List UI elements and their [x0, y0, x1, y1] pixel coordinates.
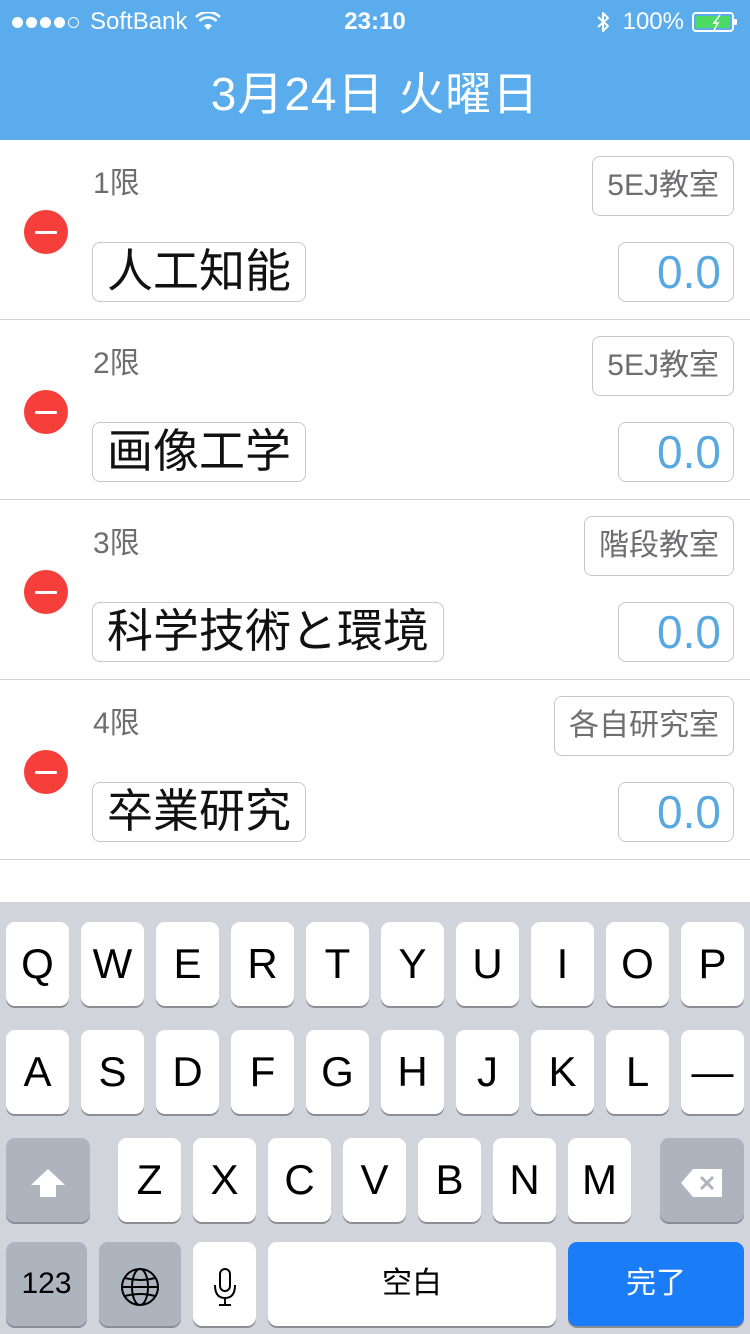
globe-icon — [121, 1267, 159, 1306]
score-field[interactable]: 0.0 — [618, 782, 734, 842]
delete-row-button[interactable] — [24, 570, 68, 614]
room-field[interactable]: 各自研究室 — [554, 696, 734, 756]
period-label: 3限 — [93, 527, 140, 560]
key-s[interactable]: S — [81, 1030, 144, 1114]
key-c[interactable]: C — [268, 1138, 331, 1222]
key-d[interactable]: D — [156, 1030, 219, 1114]
score-field[interactable]: 0.0 — [618, 242, 734, 302]
timetable-list: 1限 5EJ教室 人工知能 0.0 2限 5EJ教室 画像工学 0.0 3限 階… — [0, 140, 750, 860]
microphone-key[interactable] — [193, 1242, 256, 1326]
score-field[interactable]: 0.0 — [618, 602, 734, 662]
key-i[interactable]: I — [531, 922, 594, 1006]
status-bar: SoftBank 23:10 100% — [0, 0, 750, 42]
header: SoftBank 23:10 100% 3月24日 火曜日 — [0, 0, 750, 140]
shift-icon — [31, 1168, 65, 1197]
room-field[interactable]: 5EJ教室 — [592, 156, 734, 216]
subject-field[interactable]: 画像工学 — [92, 422, 306, 482]
numbers-key[interactable]: 123 — [6, 1242, 87, 1326]
microphone-icon — [213, 1267, 236, 1306]
key-w[interactable]: W — [81, 922, 144, 1006]
key-h[interactable]: H — [381, 1030, 444, 1114]
table-row: 2限 5EJ教室 画像工学 0.0 — [0, 320, 750, 500]
delete-row-button[interactable] — [24, 210, 68, 254]
minus-icon — [35, 770, 57, 774]
key-m[interactable]: M — [568, 1138, 631, 1222]
period-label: 1限 — [93, 167, 140, 200]
key-p[interactable]: P — [681, 922, 744, 1006]
minus-icon — [35, 230, 57, 234]
battery-percent: 100% — [622, 8, 684, 35]
key-y[interactable]: Y — [381, 922, 444, 1006]
table-row: 1限 5EJ教室 人工知能 0.0 — [0, 140, 750, 320]
minus-icon — [35, 590, 57, 594]
table-row: 3限 階段教室 科学技術と環境 0.0 — [0, 500, 750, 680]
keyboard: Q W E R T Y U I O P A S D F G H J K L — … — [0, 902, 750, 1334]
key-u[interactable]: U — [456, 922, 519, 1006]
key-v[interactable]: V — [343, 1138, 406, 1222]
done-key[interactable]: 完了 — [568, 1242, 744, 1326]
room-field[interactable]: 階段教室 — [584, 516, 734, 576]
key-k[interactable]: K — [531, 1030, 594, 1114]
score-field[interactable]: 0.0 — [618, 422, 734, 482]
key-r[interactable]: R — [231, 922, 294, 1006]
key-j[interactable]: J — [456, 1030, 519, 1114]
table-row: 4限 各自研究室 卒業研究 0.0 — [0, 680, 750, 860]
bluetooth-icon — [596, 12, 609, 32]
backspace-key[interactable] — [660, 1138, 744, 1222]
subject-field[interactable]: 科学技術と環境 — [92, 602, 444, 662]
subject-field[interactable]: 卒業研究 — [92, 782, 306, 842]
key-a[interactable]: A — [6, 1030, 69, 1114]
period-label: 2限 — [93, 347, 140, 380]
key-e[interactable]: E — [156, 922, 219, 1006]
shift-key[interactable] — [6, 1138, 90, 1222]
delete-row-button[interactable] — [24, 750, 68, 794]
key-g[interactable]: G — [306, 1030, 369, 1114]
key-x[interactable]: X — [193, 1138, 256, 1222]
key-l[interactable]: L — [606, 1030, 669, 1114]
delete-row-button[interactable] — [24, 390, 68, 434]
key-q[interactable]: Q — [6, 922, 69, 1006]
key-t[interactable]: T — [306, 922, 369, 1006]
globe-key[interactable] — [99, 1242, 181, 1326]
key-b[interactable]: B — [418, 1138, 481, 1222]
page-title: 3月24日 火曜日 — [210, 68, 540, 120]
subject-field[interactable]: 人工知能 — [92, 242, 306, 302]
minus-icon — [35, 410, 57, 414]
space-key[interactable]: 空白 — [268, 1242, 556, 1326]
backspace-icon — [681, 1168, 722, 1197]
room-field[interactable]: 5EJ教室 — [592, 336, 734, 396]
key-f[interactable]: F — [231, 1030, 294, 1114]
period-label: 4限 — [93, 707, 140, 740]
key-z[interactable]: Z — [118, 1138, 181, 1222]
key-o[interactable]: O — [606, 922, 669, 1006]
key-n[interactable]: N — [493, 1138, 556, 1222]
battery-icon — [692, 12, 737, 32]
key-dash[interactable]: — — [681, 1030, 744, 1114]
status-right: 100% — [595, 8, 740, 36]
